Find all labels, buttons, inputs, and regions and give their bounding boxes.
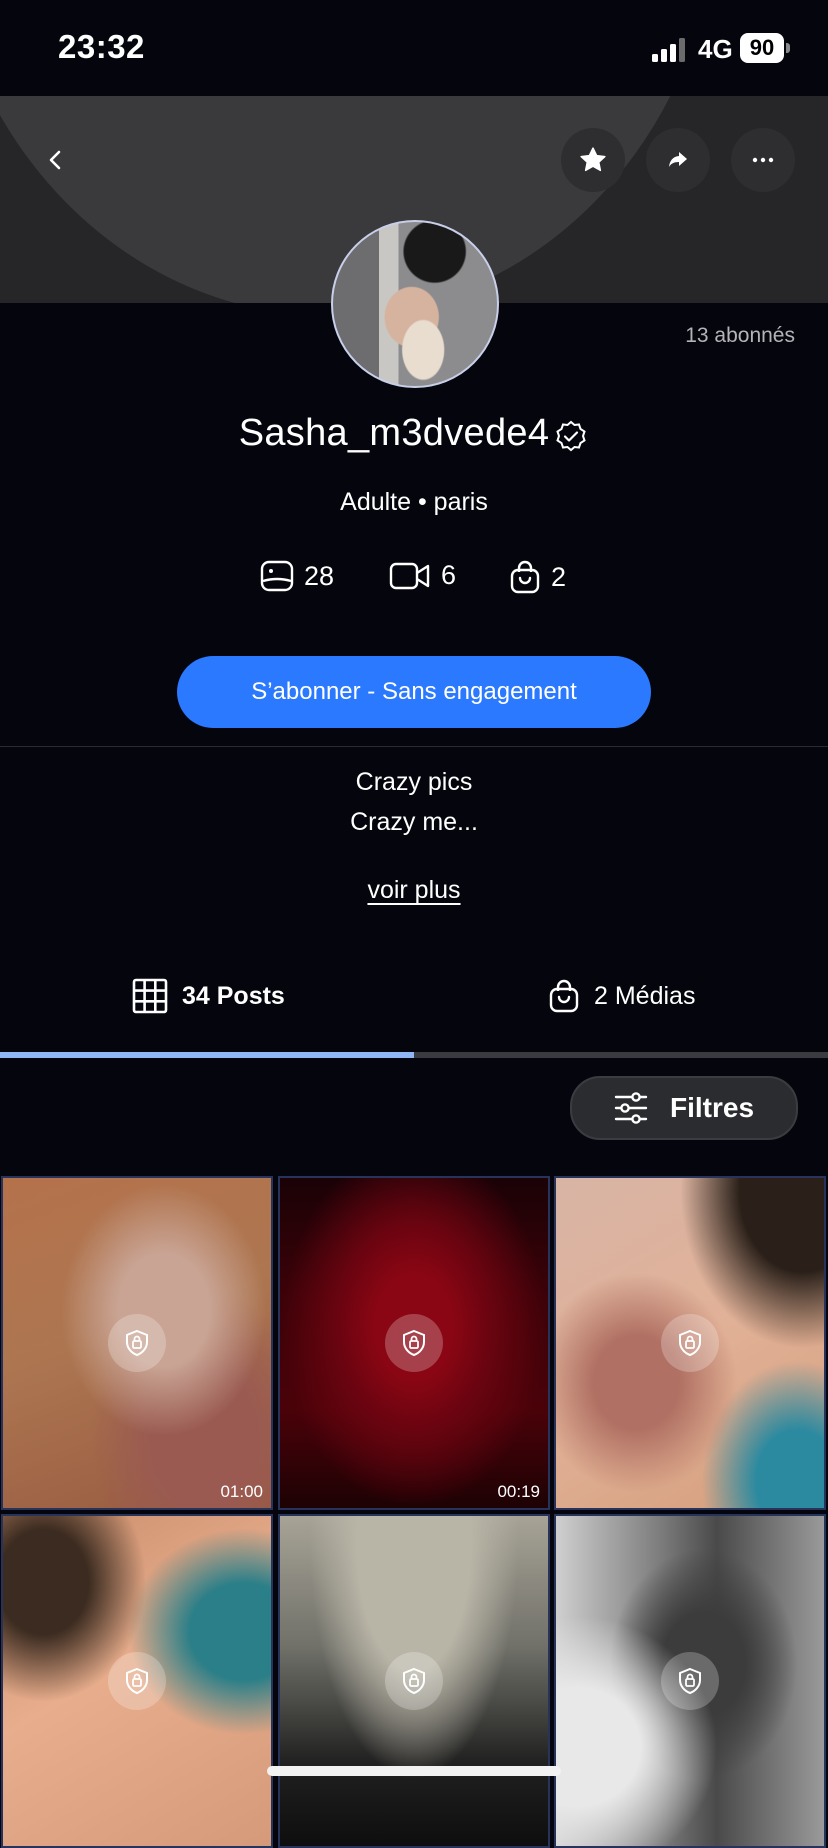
tab-posts[interactable]: 34 Posts bbox=[132, 966, 285, 1026]
tab-posts-label: 34 Posts bbox=[182, 981, 285, 1010]
lock-badge bbox=[108, 1314, 166, 1372]
lock-badge bbox=[661, 1314, 719, 1372]
lock-icon bbox=[679, 1667, 701, 1695]
profile-stats: 28 6 2 bbox=[0, 560, 828, 600]
stat-videos: 6 bbox=[389, 560, 456, 591]
tab-indicator bbox=[0, 1052, 414, 1058]
bag-icon bbox=[549, 979, 579, 1013]
see-more-link[interactable]: voir plus bbox=[0, 876, 828, 905]
home-indicator[interactable] bbox=[267, 1766, 561, 1776]
battery-level: 90 bbox=[740, 33, 784, 63]
signal-icon bbox=[652, 38, 685, 62]
tab-medias-label: 2 Médias bbox=[594, 981, 696, 1010]
media-tile[interactable] bbox=[554, 1514, 826, 1848]
grid-icon bbox=[132, 978, 168, 1014]
profile-meta: Adulte • paris bbox=[340, 488, 488, 516]
video-icon bbox=[389, 562, 430, 589]
lock-icon bbox=[126, 1329, 148, 1357]
lock-icon bbox=[679, 1329, 701, 1357]
content-tabs: 34 Posts 2 Médias bbox=[0, 966, 828, 1026]
avatar[interactable] bbox=[331, 220, 499, 388]
stat-medias-count: 2 bbox=[551, 561, 567, 592]
media-tile[interactable] bbox=[1, 1514, 273, 1848]
video-duration: 01:00 bbox=[220, 1482, 263, 1501]
stat-medias: 2 bbox=[509, 560, 566, 594]
media-grid: 01:00 00:19 bbox=[0, 1176, 828, 1848]
tab-indicator-track bbox=[0, 1052, 828, 1058]
stat-videos-count: 6 bbox=[441, 560, 457, 590]
share-button[interactable] bbox=[646, 128, 710, 192]
subscribe-button[interactable]: S’abonner - Sans engagement bbox=[177, 656, 651, 728]
bag-icon bbox=[510, 560, 540, 594]
stat-photos-count: 28 bbox=[304, 560, 335, 591]
more-icon bbox=[752, 157, 774, 163]
lock-badge bbox=[108, 1652, 166, 1710]
video-duration: 00:19 bbox=[497, 1482, 540, 1501]
stat-photos: 28 bbox=[260, 560, 334, 592]
lock-icon bbox=[403, 1667, 425, 1695]
media-tile[interactable]: 00:19 bbox=[278, 1176, 550, 1510]
media-tile[interactable] bbox=[554, 1176, 826, 1510]
divider bbox=[0, 746, 828, 747]
lock-badge bbox=[385, 1314, 443, 1372]
filter-icon bbox=[614, 1092, 648, 1124]
username: Sasha_m3dvede4 bbox=[238, 412, 550, 454]
bio-line-2: Crazy me... bbox=[350, 808, 478, 836]
star-icon bbox=[580, 147, 606, 172]
media-tile[interactable] bbox=[278, 1514, 550, 1848]
status-time: 23:32 bbox=[58, 28, 145, 65]
network-type: 4G bbox=[698, 34, 733, 64]
favorite-button[interactable] bbox=[561, 128, 625, 192]
media-tile[interactable]: 01:00 bbox=[1, 1176, 273, 1510]
lock-icon bbox=[403, 1329, 425, 1357]
verified-icon bbox=[556, 420, 586, 451]
share-icon bbox=[669, 152, 687, 167]
followers-count[interactable]: 13 abonnés bbox=[685, 324, 795, 348]
more-options-button[interactable] bbox=[731, 128, 795, 192]
lock-badge bbox=[661, 1652, 719, 1710]
back-button[interactable] bbox=[24, 128, 88, 192]
username-row: Sasha_m3dvede4 bbox=[0, 412, 828, 455]
lock-badge bbox=[385, 1652, 443, 1710]
battery-cap bbox=[786, 43, 790, 53]
tab-medias[interactable]: 2 Médias bbox=[548, 966, 695, 1026]
back-icon bbox=[49, 150, 61, 170]
filter-label: Filtres bbox=[669, 1092, 755, 1123]
filter-button[interactable]: Filtres bbox=[570, 1076, 798, 1140]
photo-icon bbox=[260, 560, 294, 592]
status-bar: 23:32 4G 90 bbox=[0, 0, 828, 96]
battery-icon: 90 bbox=[740, 33, 790, 63]
lock-icon bbox=[126, 1667, 148, 1695]
bio-line-1: Crazy pics bbox=[355, 768, 473, 796]
